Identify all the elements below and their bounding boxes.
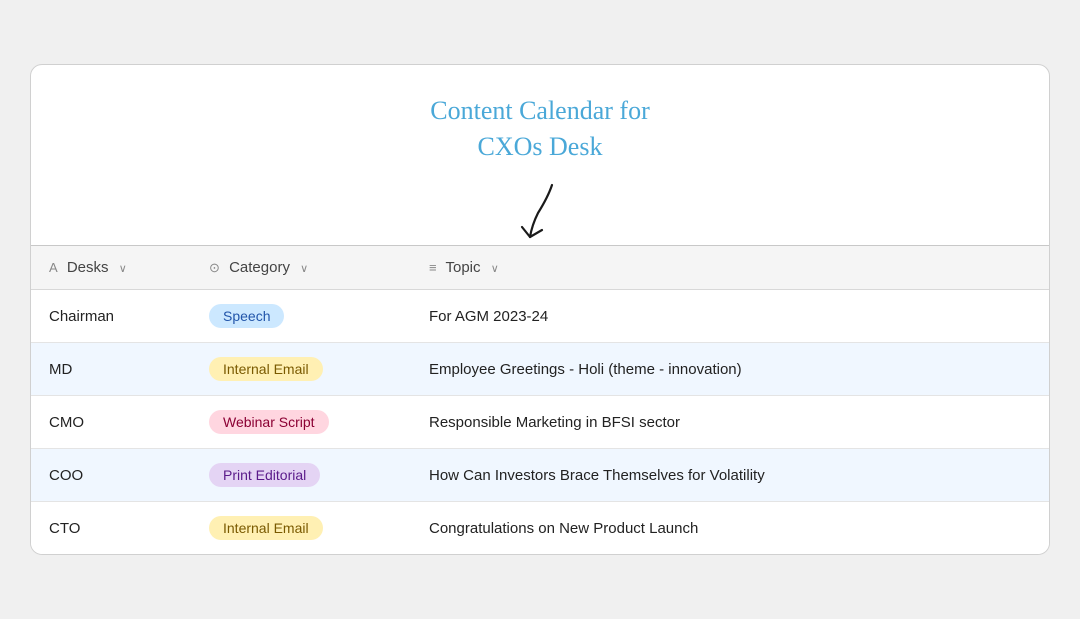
desks-col-icon: A <box>49 260 58 275</box>
title-line2: CXOs Desk <box>478 132 603 161</box>
page-title: Content Calendar for CXOs Desk <box>430 93 650 166</box>
table-row: CTO Internal Email Congratulations on New … <box>31 502 1049 555</box>
topic-cell: How Can Investors Brace Themselves for V… <box>411 449 1049 502</box>
desks-chevron-icon: ∨ <box>119 263 127 275</box>
table-row: MD Internal Email Employee Greetings - Hol… <box>31 343 1049 396</box>
topic-col-icon: ≡ <box>429 260 437 275</box>
topic-chevron-icon: ∨ <box>491 263 499 275</box>
header-area: Content Calendar for CXOs Desk <box>31 65 1049 246</box>
category-chevron-icon: ∨ <box>300 263 308 275</box>
arrow-icon <box>500 177 580 245</box>
table-row: COO Print Editorial How Can Investors Brac… <box>31 449 1049 502</box>
category-badge: Internal Email <box>209 357 323 381</box>
topic-cell: Employee Greetings - Holi (theme - innov… <box>411 343 1049 396</box>
desk-cell: COO <box>31 449 191 502</box>
category-col-label: Category <box>229 259 290 276</box>
category-col-icon: ⊙ <box>209 260 220 275</box>
col-header-desks[interactable]: A Desks ∨ <box>31 246 191 290</box>
col-header-topic[interactable]: ≡ Topic ∨ <box>411 246 1049 290</box>
col-header-category[interactable]: ⊙ Category ∨ <box>191 246 411 290</box>
category-cell: Internal Email <box>191 502 411 555</box>
table-container: A Desks ∨ ⊙ Category ∨ ≡ Topic ∨ <box>31 245 1049 554</box>
desks-col-label: Desks <box>67 259 109 276</box>
category-badge: Internal Email <box>209 516 323 540</box>
content-calendar-table: A Desks ∨ ⊙ Category ∨ ≡ Topic ∨ <box>31 246 1049 554</box>
table-row: Chairman Speech For AGM 2023-24 <box>31 290 1049 343</box>
desk-cell: Chairman <box>31 290 191 343</box>
main-card: Content Calendar for CXOs Desk A Desks ∨… <box>30 64 1050 556</box>
topic-cell: Responsible Marketing in BFSI sector <box>411 396 1049 449</box>
topic-col-label: Topic <box>446 259 481 276</box>
category-badge: Webinar Script <box>209 410 329 434</box>
topic-cell: For AGM 2023-24 <box>411 290 1049 343</box>
table-header-row: A Desks ∨ ⊙ Category ∨ ≡ Topic ∨ <box>31 246 1049 290</box>
category-cell: Internal Email <box>191 343 411 396</box>
category-badge: Print Editorial <box>209 463 320 487</box>
category-badge: Speech <box>209 304 284 328</box>
category-cell: Print Editorial <box>191 449 411 502</box>
desk-cell: MD <box>31 343 191 396</box>
title-line1: Content Calendar for <box>430 96 650 125</box>
category-cell: Webinar Script <box>191 396 411 449</box>
table-body: Chairman Speech For AGM 2023-24 MD Internal … <box>31 290 1049 555</box>
category-cell: Speech <box>191 290 411 343</box>
topic-cell: Congratulations on New Product Launch <box>411 502 1049 555</box>
desk-cell: CMO <box>31 396 191 449</box>
desk-cell: CTO <box>31 502 191 555</box>
table-row: CMO Webinar Script Responsible Marketing i… <box>31 396 1049 449</box>
